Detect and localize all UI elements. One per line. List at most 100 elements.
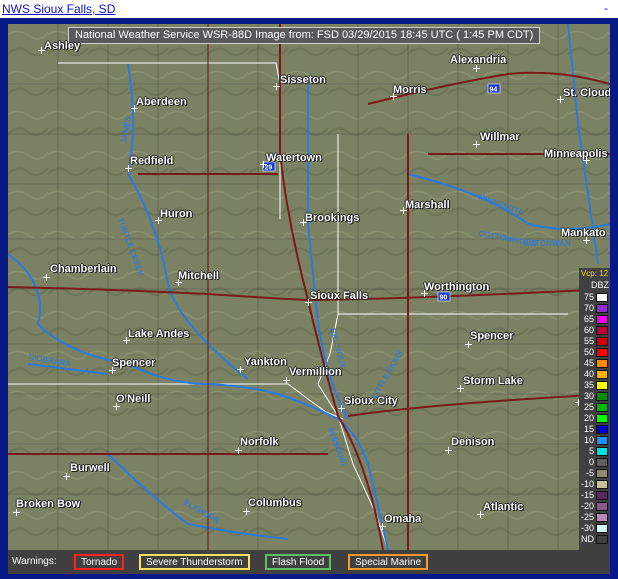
- legend-row: 50: [579, 347, 610, 358]
- city-label-storm-lake: Storm Lake: [463, 375, 523, 387]
- legend-level-label: 40: [583, 369, 594, 379]
- city-label-yankton: Yankton: [244, 356, 287, 368]
- dbz-legend: Vcp: 12 DBZ 75 70 65 60 55 50 45 40 35 30 25 20 15 10…: [579, 268, 610, 550]
- legend-row: -10: [579, 479, 610, 490]
- city-marker-redfield: [125, 165, 132, 172]
- city-marker-willmar: [473, 141, 480, 148]
- warning-severe-thunderstorm-button[interactable]: Severe Thunderstorm: [139, 554, 250, 570]
- city-marker-minneapolis: [583, 157, 590, 164]
- legend-row: -20: [579, 501, 610, 512]
- legend-row: 35: [579, 380, 610, 391]
- city-marker-denison: [445, 447, 452, 454]
- legend-level-label: 70: [583, 303, 594, 313]
- warning-special-marine-button[interactable]: Special Marine: [348, 554, 429, 570]
- city-marker-omaha: [379, 523, 386, 530]
- legend-level-label: 65: [583, 314, 594, 324]
- city-marker-huron: [155, 217, 162, 224]
- legend-level-label: 0: [588, 457, 594, 467]
- city-label-sisseton: Sisseton: [280, 74, 326, 86]
- city-marker-ashley: [38, 47, 45, 54]
- city-label-ashley: Ashley: [44, 40, 81, 52]
- city-label-morris: Morris: [393, 84, 427, 96]
- city-label-oneill: O'Neill: [116, 393, 151, 405]
- city-label-worthington: Worthington: [424, 281, 490, 293]
- legend-row: -5: [579, 468, 610, 479]
- city-label-huron: Huron: [160, 208, 193, 220]
- legend-row: 60: [579, 325, 610, 336]
- legend-swatch: [596, 293, 608, 302]
- legend-row: 75: [579, 292, 610, 303]
- legend-level-label: 5: [588, 446, 594, 456]
- city-label-atlantic: Atlantic: [483, 501, 524, 513]
- city-marker-mitchell: [175, 279, 182, 286]
- legend-swatch: [596, 414, 608, 423]
- city-label-broken-bow: Broken Bow: [16, 498, 81, 510]
- city-marker-spencer-ne: [109, 367, 116, 374]
- legend-row: 10: [579, 435, 610, 446]
- legend-row: -25: [579, 512, 610, 523]
- legend-swatch: [596, 535, 608, 544]
- legend-level-label: 45: [583, 358, 594, 368]
- legend-row: 70: [579, 303, 610, 314]
- city-label-minneapolis: Minneapolis: [544, 148, 608, 160]
- legend-level-label: 25: [583, 402, 594, 412]
- legend-row: -15: [579, 490, 610, 501]
- city-label-sioux-city: Sioux City: [344, 395, 398, 407]
- legend-swatch: [596, 425, 608, 434]
- interstate-90-label: 90: [440, 295, 448, 302]
- warning-flash-flood-button[interactable]: Flash Flood: [265, 554, 332, 570]
- map-frame: 94 29 90 MINNESOTA COTTONWOOD WATONWAN B…: [0, 18, 618, 579]
- radar-map[interactable]: 94 29 90 MINNESOTA COTTONWOOD WATONWAN B…: [8, 24, 610, 550]
- title-dash: -: [604, 1, 608, 15]
- legend-swatch: [596, 359, 608, 368]
- city-label-sioux-falls: Sioux Falls: [310, 290, 369, 302]
- city-marker-yankton: [237, 366, 244, 373]
- city-marker-oneill: [113, 403, 120, 410]
- city-marker-sioux-city: [338, 405, 345, 412]
- city-marker-chamberlain: [43, 274, 50, 281]
- city-marker-columbus: [243, 508, 250, 515]
- city-label-willmar: Willmar: [480, 131, 520, 143]
- legend-swatch: [596, 326, 608, 335]
- legend-row: 65: [579, 314, 610, 325]
- legend-level-label: 20: [583, 413, 594, 423]
- legend-unit: DBZ: [591, 280, 609, 290]
- office-title-link[interactable]: NWS Sioux Falls, SD: [2, 2, 115, 16]
- legend-swatch: [596, 458, 608, 467]
- legend-swatch: [596, 524, 608, 533]
- legend-level-label: ND: [581, 534, 594, 544]
- legend-level-label: 50: [583, 347, 594, 357]
- city-label-omaha: Omaha: [384, 513, 422, 525]
- city-marker-norfolk: [235, 447, 242, 454]
- city-label-redfield: Redfield: [130, 155, 174, 167]
- legend-level-label: -15: [580, 490, 594, 500]
- legend-row: 0: [579, 457, 610, 468]
- legend-swatch: [596, 513, 608, 522]
- legend-swatch: [596, 403, 608, 412]
- city-label-norfolk: Norfolk: [240, 436, 279, 448]
- legend-level-label: -10: [580, 479, 594, 489]
- legend-row: 5: [579, 446, 610, 457]
- legend-row: 30: [579, 391, 610, 402]
- legend-level-label: 35: [583, 380, 594, 390]
- legend-level-label: 75: [583, 292, 594, 302]
- title-row: NWS Sioux Falls, SD -: [0, 0, 618, 18]
- legend-level-label: 15: [583, 424, 594, 434]
- legend-row: 40: [579, 369, 610, 380]
- city-label-lake-andes: Lake Andes: [128, 328, 190, 340]
- legend-level-label: -20: [580, 501, 594, 511]
- warning-tornado-button[interactable]: Tornado: [74, 554, 125, 570]
- city-marker-brookings: [300, 219, 307, 226]
- legend-swatch: [596, 381, 608, 390]
- legend-swatch: [596, 491, 608, 500]
- city-label-aberdeen: Aberdeen: [136, 96, 187, 108]
- city-marker-sioux-falls: [305, 299, 312, 306]
- legend-level-label: -30: [580, 523, 594, 533]
- city-marker-marshall: [400, 207, 407, 214]
- city-marker-spencer-ia: [465, 341, 472, 348]
- city-label-vermillion: Vermillion: [289, 366, 342, 378]
- legend-level-label: -5: [585, 468, 594, 478]
- legend-level-label: 10: [583, 435, 594, 445]
- city-label-spencer-ne: Spencer: [112, 357, 156, 369]
- city-marker-atlantic: [477, 511, 484, 518]
